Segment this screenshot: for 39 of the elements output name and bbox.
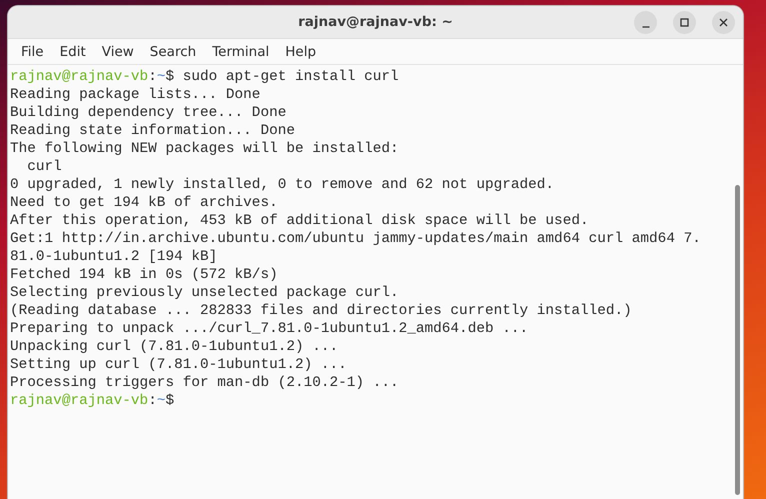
- output-line: Processing triggers for man-db (2.10.2-1) ...: [10, 374, 400, 392]
- prompt-separator: :: [148, 393, 157, 409]
- output-line: Building dependency tree... Done: [10, 104, 288, 122]
- output-line: 81.0-1ubuntu1.2 [194 kB]: [10, 248, 218, 266]
- output-line: Selecting previously unselected package curl.: [10, 284, 400, 302]
- prompt-user: rajnav@rajnav-vb: [10, 69, 148, 85]
- output-line: The following NEW packages will be installed:: [10, 140, 400, 158]
- menu-item[interactable]: View: [94, 40, 142, 64]
- window-title: rajnav@rajnav-vb: ~: [298, 14, 453, 30]
- prompt-user: rajnav@rajnav-vb: [10, 393, 148, 409]
- output-line: Preparing to unpack .../curl_7.81.0-1ubuntu1.2_amd64.deb ...: [10, 320, 530, 338]
- output-line: Fetched 194 kB in 0s (572 kB/s): [10, 266, 279, 284]
- prompt-separator: :: [148, 69, 157, 85]
- output-line: After this operation, 453 kB of additional disk space will be used.: [10, 212, 590, 230]
- prompt-path: ~: [156, 393, 166, 409]
- menu-item[interactable]: Search: [142, 40, 204, 64]
- output-line: Get:1 http://in.archive.ubuntu.com/ubuntu jammy-updates/main amd64 curl amd64 7.: [10, 230, 702, 248]
- output-line: Reading state information... Done: [10, 122, 296, 140]
- output-line: Unpacking curl (7.81.0-1ubuntu1.2) ...: [10, 338, 340, 356]
- scrollbar-thumb[interactable]: [735, 185, 740, 495]
- menu-item[interactable]: File: [13, 40, 52, 64]
- prompt-symbol: $: [165, 69, 174, 85]
- minimize-icon: [642, 26, 650, 28]
- output-line: 0 upgraded, 1 newly installed, 0 to remove and 62 not upgraded.: [10, 176, 556, 194]
- prompt-symbol: $: [165, 393, 174, 409]
- menu-item[interactable]: Terminal: [204, 40, 278, 64]
- output-line: (Reading database ... 282833 files and directories currently installed.): [10, 302, 633, 320]
- menu-item[interactable]: Help: [277, 40, 324, 64]
- close-button[interactable]: [712, 11, 735, 34]
- output-line: Need to get 194 kB of archives.: [10, 194, 279, 212]
- command-text: sudo apt-get install curl: [182, 69, 399, 85]
- output-line: Setting up curl (7.81.0-1ubuntu1.2) ...: [10, 356, 348, 374]
- menu-item[interactable]: Edit: [52, 40, 94, 64]
- maximize-icon: [679, 17, 690, 28]
- prompt-path: ~: [156, 69, 166, 85]
- close-icon: [718, 17, 729, 28]
- maximize-button[interactable]: [673, 11, 696, 34]
- output-line: Reading package lists... Done: [10, 86, 262, 104]
- output-line: curl: [26, 158, 63, 176]
